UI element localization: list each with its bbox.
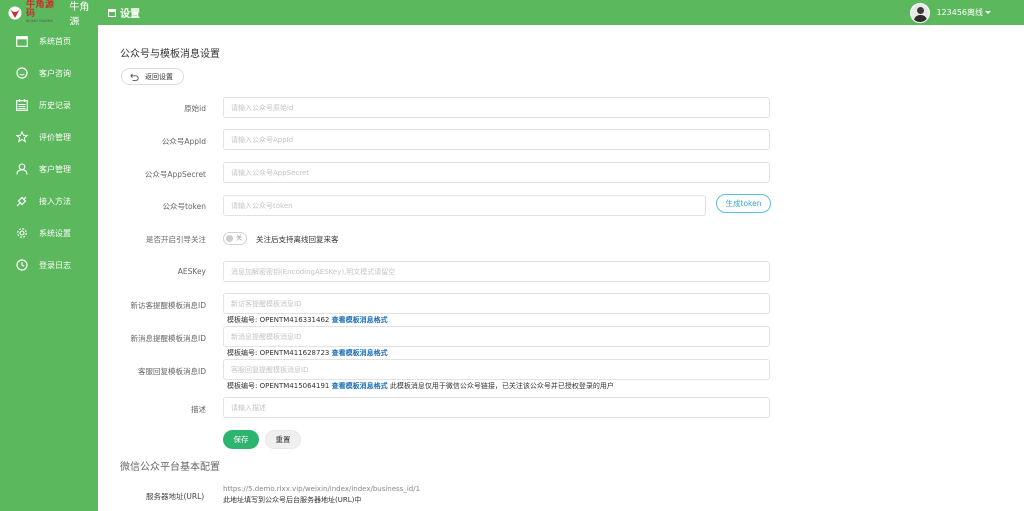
sidebar-item-label: 登录日志: [39, 260, 71, 270]
sidebar-item-label: 系统设置: [39, 228, 71, 238]
sidebar-item-customers[interactable]: 客户管理: [0, 153, 98, 185]
toggle-knob: [226, 235, 233, 242]
guide-follow-text: 关注后支持离线回复来客: [256, 235, 339, 244]
logo-en-text: NIUJIAO YUANMA: [26, 19, 53, 24]
calendar-icon: [16, 99, 28, 111]
brand-logo[interactable]: 牛角源码 NIUJIAO YUANMA 牛角源: [0, 0, 98, 28]
server-url-label: 服务器地址(URL): [146, 492, 205, 501]
chevron-down-icon[interactable]: [985, 11, 991, 14]
user-status[interactable]: 123456离线: [936, 7, 983, 18]
header-title-text: 设置: [120, 9, 140, 20]
sidebar-item-home[interactable]: 系统首页: [0, 25, 98, 57]
original-id-label: 原始id: [184, 104, 206, 113]
view-template-format-link[interactable]: 查看模板消息格式: [332, 349, 388, 357]
hint-text: 模板编号: OPENTM416331462: [227, 316, 332, 324]
new-message-template-input[interactable]: [223, 326, 770, 347]
aeskey-label: AESKey: [177, 267, 206, 276]
description-input[interactable]: [223, 397, 770, 418]
hint-text: 模板编号: OPENTM415064191: [227, 382, 332, 390]
sidebar-item-label: 评价管理: [39, 132, 71, 142]
token-label: 公众号token: [162, 202, 206, 211]
header-title: 设置: [108, 0, 140, 25]
main-content: 公众号与模板消息设置 返回设置 原始id 公众号AppId 公众号AppSecr…: [98, 25, 1024, 511]
panel-icon: [108, 8, 116, 17]
save-button[interactable]: 保存: [223, 430, 259, 449]
logo-text: 牛角源码 NIUJIAO YUANMA: [26, 1, 62, 24]
reply-template-hint: 模板编号: OPENTM415064191 查看模板消息格式 此模板消息仅用于微…: [227, 381, 614, 391]
sidebar-item-access[interactable]: 接入方法: [0, 185, 98, 217]
chat-icon: [16, 67, 28, 79]
sidebar-item-login-log[interactable]: 登录日志: [0, 249, 98, 281]
server-url-value[interactable]: https://5.demo.rlxx.vip/weixin/index/ind…: [223, 485, 420, 493]
undo-icon: [130, 73, 139, 81]
description-label: 描述: [191, 405, 206, 414]
bull-logo-icon: [8, 6, 22, 20]
brand-name: 牛角源: [69, 1, 90, 28]
sidebar-item-label: 系统首页: [39, 36, 71, 46]
appsecret-input[interactable]: [223, 162, 770, 183]
logo-cn-text: 牛角源码: [26, 0, 55, 20]
toggle-state-label: 关: [235, 235, 242, 242]
user-icon: [16, 163, 28, 175]
token-input[interactable]: [223, 195, 706, 216]
reply-template-input[interactable]: [223, 359, 770, 380]
sidebar-item-history[interactable]: 历史记录: [0, 89, 98, 121]
view-template-format-link[interactable]: 查看模板消息格式: [332, 316, 388, 324]
sidebar-item-label: 客户咨询: [39, 68, 71, 78]
sidebar-item-label: 历史记录: [39, 100, 71, 110]
new-message-template-label: 新消息提醒模板消息ID: [130, 334, 207, 343]
generate-token-button[interactable]: 生成token: [716, 194, 771, 213]
gear-icon: [16, 227, 28, 239]
sidebar-item-reviews[interactable]: 评价管理: [0, 121, 98, 153]
wechat-section-title: 微信公众平台基本配置: [120, 462, 220, 473]
view-template-format-link[interactable]: 查看模板消息格式: [332, 382, 388, 390]
avatar[interactable]: [910, 2, 931, 23]
guide-follow-toggle[interactable]: 关: [223, 232, 247, 245]
clock-icon: [16, 259, 28, 271]
plug-icon: [16, 195, 28, 207]
star-icon: [16, 131, 28, 143]
page-title: 公众号与模板消息设置: [120, 49, 220, 60]
sidebar-item-label: 客户管理: [39, 164, 71, 174]
appid-input[interactable]: [223, 129, 770, 150]
appid-label: 公众号AppId: [161, 137, 206, 146]
new-visitor-template-input[interactable]: [223, 293, 770, 314]
window-icon: [16, 35, 28, 47]
appsecret-label: 公众号AppSecret: [144, 170, 206, 179]
reset-button[interactable]: 重置: [265, 430, 301, 449]
user-menu[interactable]: 123456离线: [910, 0, 991, 25]
original-id-input[interactable]: [223, 97, 770, 118]
hint-text: 模板编号: OPENTM411628723: [227, 349, 332, 357]
sidebar: 系统首页 客户咨询 历史记录 评价管理 客户管理 接入方法 系统设置 登录日志: [0, 25, 98, 511]
sidebar-item-label: 接入方法: [39, 196, 71, 206]
reply-template-label: 客服回复模板消息ID: [138, 367, 206, 376]
back-button-label: 返回设置: [145, 72, 173, 81]
server-url-note: 此地址填写到公众号后台服务器地址(URL)中: [223, 496, 362, 504]
new-visitor-template-hint: 模板编号: OPENTM416331462 查看模板消息格式: [227, 315, 388, 325]
aeskey-input[interactable]: [223, 261, 770, 282]
guide-follow-label: 是否开启引导关注: [146, 235, 206, 244]
back-to-settings-button[interactable]: 返回设置: [121, 68, 184, 85]
hint-note: 此模板消息仅用于微信公众号链接，已关注该公众号并已授权登录的用户: [387, 382, 614, 390]
sidebar-item-settings[interactable]: 系统设置: [0, 217, 98, 249]
new-visitor-template-label: 新访客提醒模板消息ID: [130, 301, 207, 310]
new-message-template-hint: 模板编号: OPENTM411628723 查看模板消息格式: [227, 348, 388, 358]
sidebar-item-consult[interactable]: 客户咨询: [0, 57, 98, 89]
top-bar: 牛角源码 NIUJIAO YUANMA 牛角源 设置 123456离线: [0, 0, 1024, 28]
